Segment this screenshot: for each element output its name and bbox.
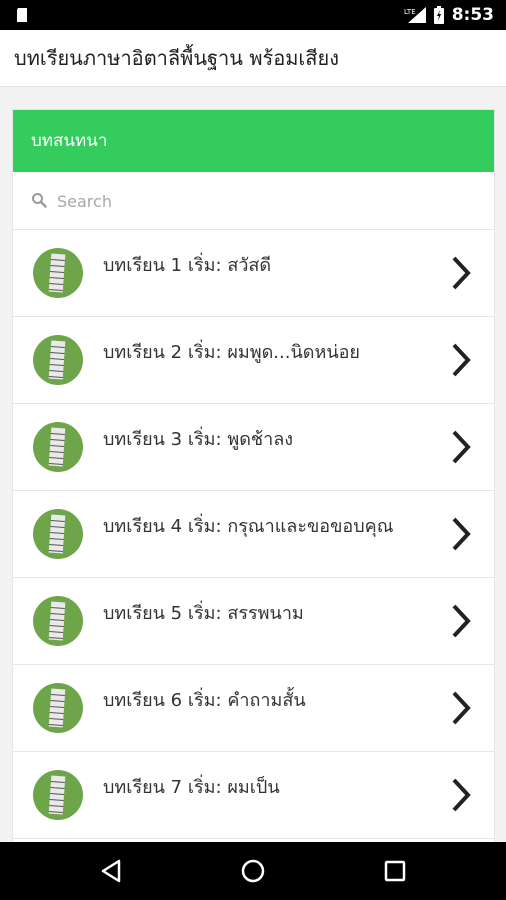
lesson-title: บทเรียน 6 เริ่ม: คำถามสั้น: [103, 690, 306, 711]
chevron-right-icon: [452, 604, 471, 638]
battery-icon: [433, 6, 444, 24]
lesson-card: บทสนทนา บทเรียน 1 เริ่ม: สวัสดี: [13, 110, 494, 850]
card-header: บทสนทนา: [13, 110, 494, 172]
leaning-tower-icon: [33, 683, 83, 733]
list-item[interactable]: บทเรียน 6 เริ่ม: คำถามสั้น: [13, 665, 494, 752]
signal-icon: LTE: [404, 7, 426, 23]
lesson-title: บทเรียน 7 เริ่ม: ผมเป็น: [103, 777, 280, 798]
chevron-right-icon: [452, 256, 471, 290]
list-item[interactable]: บทเรียน 7 เริ่ม: ผมเป็น: [13, 752, 494, 839]
lesson-title: บทเรียน 2 เริ่ม: ผมพูด...นิดหน่อย: [103, 342, 360, 363]
chevron-right-icon: [452, 778, 471, 812]
leaning-tower-icon: [33, 248, 83, 298]
storage-icon: [17, 8, 27, 22]
home-icon[interactable]: [238, 856, 268, 886]
leaning-tower-icon: [33, 509, 83, 559]
chevron-right-icon: [452, 691, 471, 725]
chevron-right-icon: [452, 343, 471, 377]
search-input[interactable]: [55, 185, 459, 217]
status-icons: LTE 8:53: [404, 0, 494, 30]
list-item[interactable]: บทเรียน 4 เริ่ม: กรุณาและขอขอบคุณ: [13, 491, 494, 578]
search-icon: [32, 193, 47, 208]
app-bar: บทเรียนภาษาอิตาลีพื้นฐาน พร้อมเสียง: [0, 30, 506, 87]
navigation-bar: [0, 842, 506, 900]
leaning-tower-icon: [33, 770, 83, 820]
recents-icon[interactable]: [380, 856, 410, 886]
back-icon[interactable]: [97, 856, 127, 886]
status-bar: LTE 8:53: [0, 0, 506, 30]
leaning-tower-icon: [33, 422, 83, 472]
leaning-tower-icon: [33, 335, 83, 385]
app-title: บทเรียนภาษาอิตาลีพื้นฐาน พร้อมเสียง: [14, 46, 339, 70]
search-bar[interactable]: [13, 172, 494, 230]
list-item[interactable]: บทเรียน 3 เริ่ม: พูดช้าลง: [13, 404, 494, 491]
list-item[interactable]: บทเรียน 5 เริ่ม: สรรพนาม: [13, 578, 494, 665]
lesson-title: บทเรียน 3 เริ่ม: พูดช้าลง: [103, 429, 294, 450]
chevron-right-icon: [452, 517, 471, 551]
lesson-title: บทเรียน 5 เริ่ม: สรรพนาม: [103, 603, 304, 624]
clock: 8:53: [451, 5, 494, 25]
lesson-title: บทเรียน 1 เริ่ม: สวัสดี: [103, 255, 272, 276]
lesson-title: บทเรียน 4 เริ่ม: กรุณาและขอขอบคุณ: [103, 516, 394, 537]
network-type-label: LTE: [404, 8, 416, 16]
list-item[interactable]: บทเรียน 2 เริ่ม: ผมพูด...นิดหน่อย: [13, 317, 494, 404]
lesson-list: บทเรียน 1 เริ่ม: สวัสดี บทเรียน 2 เริ่ม:…: [13, 230, 494, 839]
chevron-right-icon: [452, 430, 471, 464]
list-item[interactable]: บทเรียน 1 เริ่ม: สวัสดี: [13, 230, 494, 317]
leaning-tower-icon: [33, 596, 83, 646]
